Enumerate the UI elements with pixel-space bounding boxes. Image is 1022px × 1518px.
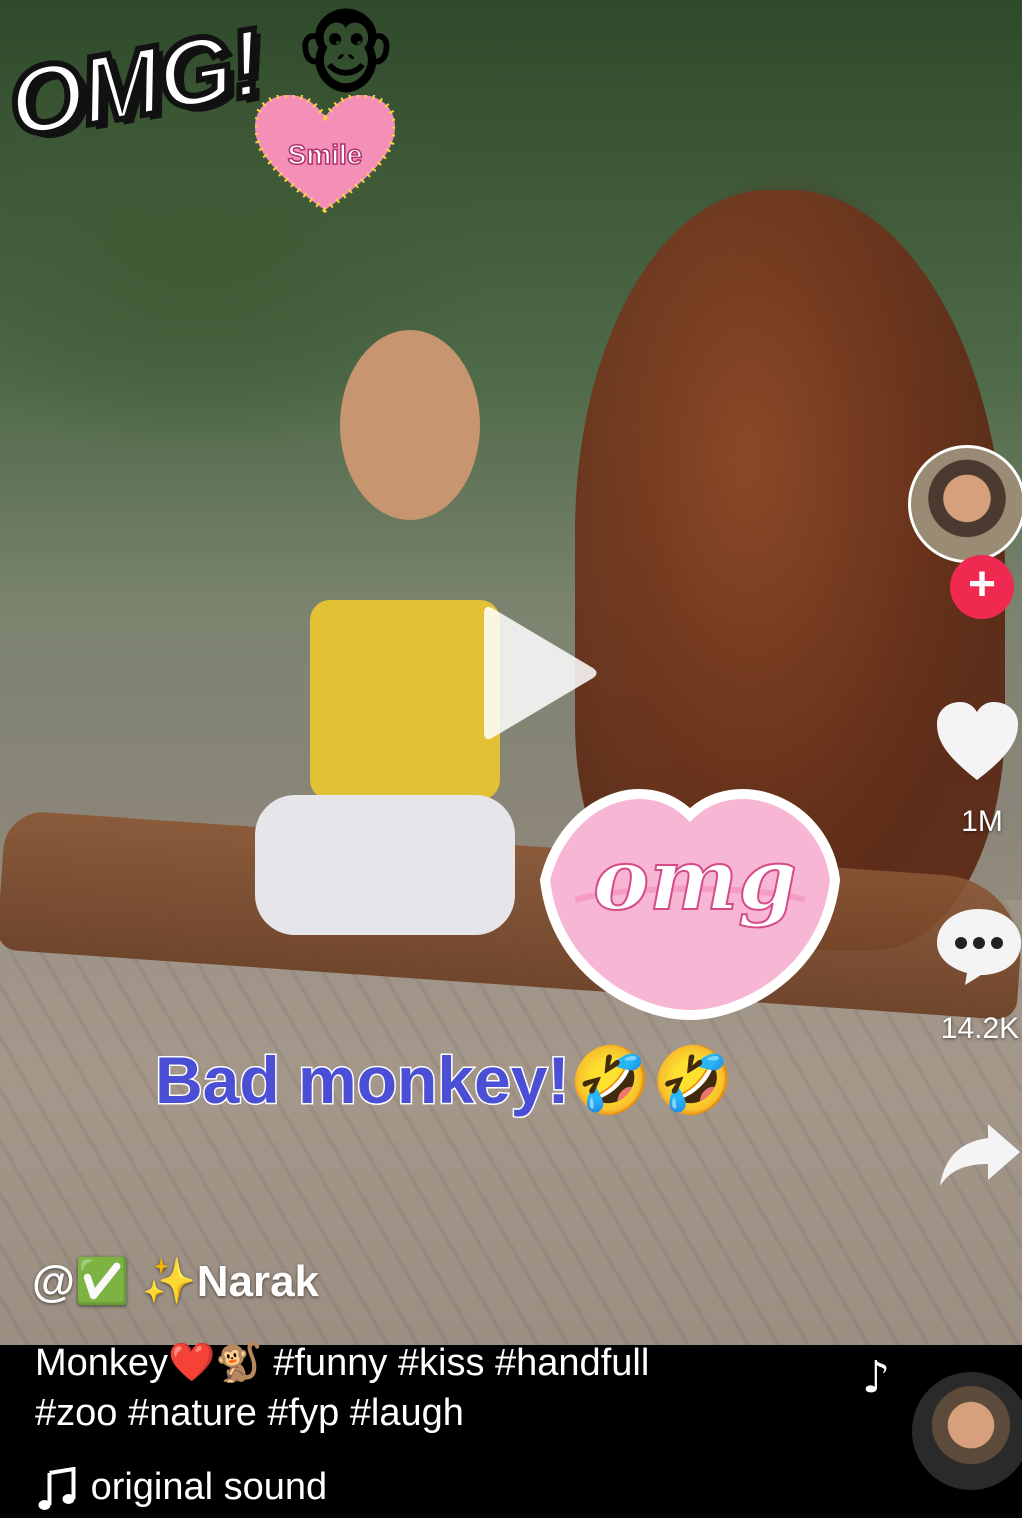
comment-icon[interactable] [935, 905, 1022, 987]
creator-avatar[interactable] [908, 445, 1022, 563]
video-player[interactable]: OMG! 🐵 Smile omg Bad monkey!🤣🤣 [0, 0, 1022, 1345]
sound-name: original sound [90, 1466, 328, 1508]
omg-sticker: OMG! [0, 6, 272, 161]
smile-label: Smile [287, 138, 363, 171]
caption-overlay: Bad monkey!🤣🤣 [154, 1042, 736, 1119]
sound-link[interactable]: original sound [35, 1460, 327, 1515]
person-white-shorts [255, 795, 515, 935]
video-description: Monkey❤️🐒 #funny #kiss #handfull #zoo #n… [35, 1338, 835, 1438]
person-head [340, 330, 480, 520]
lips-sticker: omg [535, 760, 845, 1025]
description-line-2[interactable]: #zoo #nature #fyp #laugh [35, 1388, 835, 1438]
play-icon[interactable] [478, 598, 603, 748]
share-icon[interactable] [938, 1120, 1022, 1190]
follow-button[interactable]: + [950, 555, 1014, 619]
creator-username[interactable]: @✅ ✨Narak [32, 1252, 319, 1312]
lips-omg-text: omg [592, 829, 798, 930]
music-note-icon [38, 1466, 76, 1510]
floating-note-icon: ♪ [862, 1352, 891, 1403]
sound-disc[interactable] [912, 1372, 1022, 1490]
smile-heart-sticker: Smile [255, 95, 395, 215]
comment-count: 14.2K [940, 1012, 1020, 1045]
heart-like-icon[interactable] [935, 700, 1020, 785]
person-yellow-top [310, 600, 500, 800]
like-count: 1M [961, 805, 1003, 838]
monkey-sticker: 🐵 [295, 6, 397, 105]
description-line-1[interactable]: Monkey❤️🐒 #funny #kiss #handfull [35, 1338, 835, 1388]
